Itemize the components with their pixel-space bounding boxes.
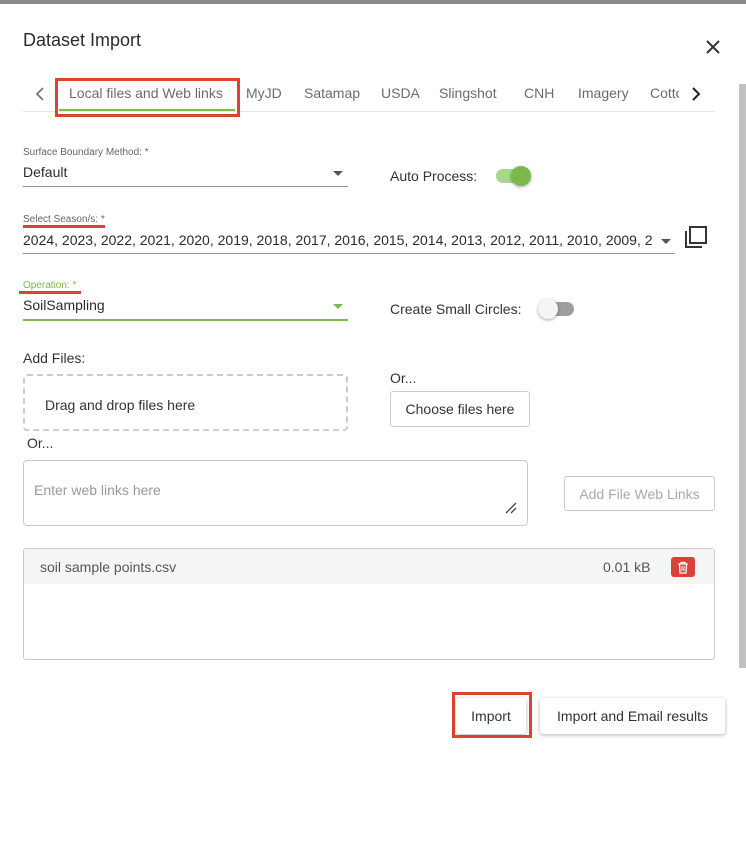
tab-myjd[interactable]: MyJD [246, 85, 282, 101]
list-item: soil sample points.csv 0.01 kB [24, 549, 714, 584]
dataset-import-dialog: Dataset Import Local files and Web links… [0, 4, 746, 854]
chevron-left-icon[interactable] [25, 76, 55, 112]
season-underline [23, 253, 675, 254]
operation-label-annotation [19, 291, 81, 294]
caret-down-icon[interactable] [333, 171, 343, 176]
tab-imagery[interactable]: Imagery [578, 85, 629, 101]
dialog-title: Dataset Import [23, 30, 142, 50]
tab-cnh[interactable]: CNH [524, 85, 554, 101]
resize-handle-icon[interactable] [504, 501, 518, 515]
delete-icon[interactable] [671, 557, 695, 577]
auto-process-label: Auto Process: [390, 168, 478, 184]
operation-select[interactable]: SoilSampling [23, 297, 323, 313]
choose-files-button[interactable]: Choose files here [390, 391, 530, 427]
season-label-annotation [23, 225, 105, 228]
tab-usda[interactable]: USDA [381, 85, 420, 101]
or-label: Or... [390, 370, 417, 386]
clipped-footer-text [23, 668, 223, 673]
file-size: 0.01 kB [603, 559, 651, 575]
tab-satamap[interactable]: Satamap [304, 85, 360, 101]
web-links-placeholder: Enter web links here [34, 482, 161, 498]
import-and-email-button[interactable]: Import and Email results [540, 698, 725, 734]
operation-label: Operation: * [23, 280, 77, 291]
add-file-web-links-button[interactable]: Add File Web Links [564, 476, 715, 511]
surface-boundary-label: Surface Boundary Method: * [23, 147, 149, 158]
file-name: soil sample points.csv [40, 559, 177, 575]
small-circles-toggle-knob[interactable] [538, 299, 558, 319]
file-list: soil sample points.csv 0.01 kB [23, 548, 715, 660]
scrollbar[interactable] [739, 84, 746, 668]
operation-underline [23, 319, 348, 321]
caret-down-icon[interactable] [333, 304, 343, 309]
tab-slingshot[interactable]: Slingshot [439, 85, 497, 101]
or-label: Or... [27, 435, 54, 451]
auto-process-toggle-knob[interactable] [511, 166, 531, 186]
web-links-input[interactable]: Enter web links here [23, 460, 528, 526]
chevron-right-icon[interactable] [681, 76, 711, 112]
dropzone-text: Drag and drop files here [45, 397, 196, 413]
close-icon[interactable] [702, 36, 724, 58]
active-tab-highlight [55, 78, 240, 117]
surface-boundary-select[interactable]: Default [23, 164, 323, 180]
season-label: Select Season/s: * [23, 214, 105, 225]
add-files-label: Add Files: [23, 350, 86, 366]
caret-down-icon[interactable] [661, 239, 671, 244]
small-circles-label: Create Small Circles: [390, 301, 522, 317]
file-dropzone[interactable]: Drag and drop files here [23, 374, 348, 431]
surface-boundary-underline [23, 186, 348, 187]
select-all-icon[interactable] [684, 225, 708, 249]
tab-cotton[interactable]: Cotto [650, 85, 679, 101]
import-button-highlight [452, 692, 532, 738]
season-select[interactable]: 2024, 2023, 2022, 2021, 2020, 2019, 2018… [23, 232, 653, 248]
